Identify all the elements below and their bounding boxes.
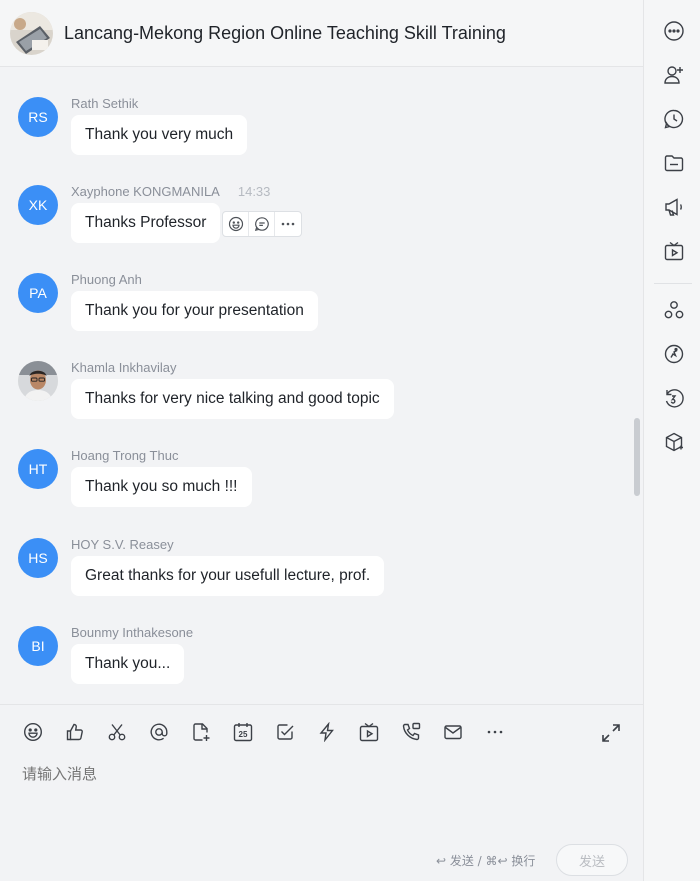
- right-sidebar: [643, 0, 700, 881]
- more-icon[interactable]: [474, 719, 516, 745]
- doc-icon[interactable]: [180, 719, 222, 745]
- avatar[interactable]: BI: [18, 626, 58, 666]
- sender-meta: Xayphone KONGMANILA 14:33: [71, 184, 270, 199]
- calendar-day: 25: [239, 730, 248, 739]
- activity-icon[interactable]: [663, 343, 685, 365]
- group-avatar[interactable]: [10, 11, 53, 55]
- message-hover-toolbar: [222, 211, 302, 237]
- avatar[interactable]: HS: [18, 538, 58, 578]
- composer-toolbar: 25: [12, 719, 516, 745]
- sender-name: Bounmy Inthakesone: [71, 625, 194, 640]
- emoji-reaction-icon[interactable]: [223, 212, 249, 236]
- emoji-icon[interactable]: [12, 719, 54, 745]
- message-bubble[interactable]: Thanks for very nice talking and good to…: [71, 379, 394, 419]
- timestamp: 14:33: [237, 184, 271, 199]
- mention-icon[interactable]: [138, 719, 180, 745]
- apps-icon[interactable]: [663, 299, 685, 321]
- page-title: Lancang-Mekong Region Online Teaching Sk…: [64, 22, 506, 43]
- message-input[interactable]: [22, 765, 612, 783]
- task-icon[interactable]: [264, 719, 306, 745]
- avatar[interactable]: PA: [18, 273, 58, 313]
- add-member-icon[interactable]: [663, 64, 685, 86]
- sender-name: Phuong Anh: [71, 272, 142, 287]
- message-list[interactable]: RS Rath Sethik Thank you very much XK Xa…: [0, 68, 643, 704]
- sender-name: Xayphone KONGMANILA: [71, 184, 220, 199]
- video-icon[interactable]: [348, 719, 390, 745]
- live-icon[interactable]: [663, 240, 685, 262]
- message-bubble[interactable]: Thank you...: [71, 644, 185, 684]
- message-composer: 25 ↩ 发送 / ⌘↩ 换行 发送: [0, 704, 643, 881]
- plugin-icon[interactable]: [663, 431, 685, 453]
- sidebar-divider: [654, 283, 692, 284]
- call-icon[interactable]: [390, 719, 432, 745]
- timer-icon[interactable]: [663, 387, 685, 409]
- avatar[interactable]: [18, 361, 58, 401]
- shortcut-hint: ↩ 发送 / ⌘↩ 换行: [436, 854, 536, 868]
- more-icon[interactable]: [275, 212, 301, 236]
- message-bubble[interactable]: Thanks Professor: [71, 203, 221, 243]
- sender-name: Khamla Inkhavilay: [71, 360, 177, 375]
- chat-window: Lancang-Mekong Region Online Teaching Sk…: [0, 0, 700, 881]
- thumbs-up-icon[interactable]: [54, 719, 96, 745]
- message-bubble[interactable]: Thank you so much !!!: [71, 467, 252, 507]
- scrollbar-thumb[interactable]: [634, 418, 640, 496]
- avatar[interactable]: RS: [18, 97, 58, 137]
- message-bubble[interactable]: Thank you very much: [71, 115, 248, 155]
- send-button[interactable]: 发送: [556, 844, 628, 876]
- quick-icon[interactable]: [306, 719, 348, 745]
- mail-icon[interactable]: [432, 719, 474, 745]
- more-icon[interactable]: [663, 20, 685, 42]
- chat-header: Lancang-Mekong Region Online Teaching Sk…: [0, 0, 643, 67]
- calendar-icon[interactable]: 25: [222, 719, 264, 745]
- message-bubble[interactable]: Thank you for your presentation: [71, 291, 318, 331]
- announcement-icon[interactable]: [663, 196, 685, 218]
- folder-icon[interactable]: [663, 152, 685, 174]
- sender-name: Rath Sethik: [71, 96, 139, 111]
- sender-name: Hoang Trong Thuc: [71, 448, 179, 463]
- reply-icon[interactable]: [249, 212, 275, 236]
- expand-icon[interactable]: [600, 722, 622, 744]
- sender-name: HOY S.V. Reasey: [71, 537, 174, 552]
- message-bubble[interactable]: Great thanks for your usefull lecture, p…: [71, 556, 385, 596]
- avatar[interactable]: XK: [18, 185, 58, 225]
- scissors-icon[interactable]: [96, 719, 138, 745]
- history-icon[interactable]: [663, 108, 685, 130]
- avatar[interactable]: HT: [18, 449, 58, 489]
